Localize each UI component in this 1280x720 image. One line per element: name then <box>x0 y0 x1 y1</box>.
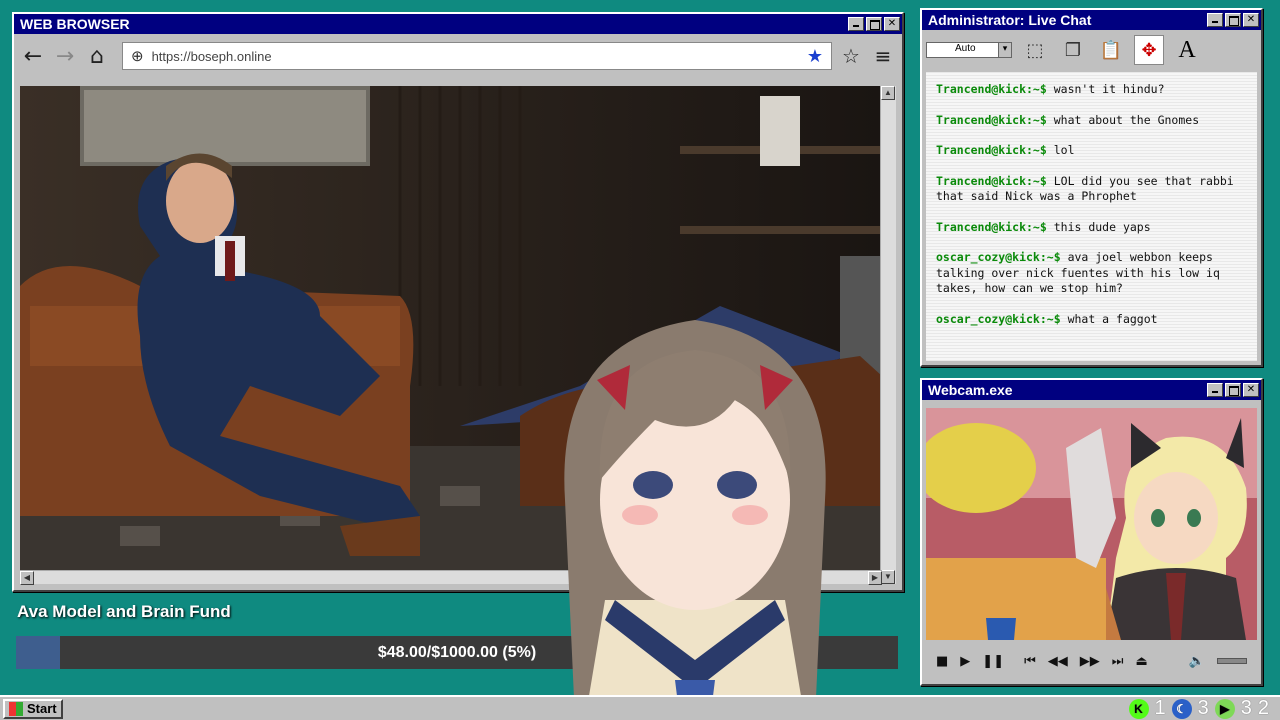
scroll-down-icon[interactable]: ▼ <box>881 570 895 584</box>
play-icon[interactable]: ▶ <box>1214 698 1235 719</box>
start-label: Start <box>27 701 57 716</box>
video-frame: R <box>20 86 882 570</box>
text-tool-icon[interactable]: A <box>1172 35 1202 65</box>
tray-count: 3 <box>1240 697 1252 719</box>
chat-message: Trancend@kick:~$ LOL did you see that ra… <box>936 173 1234 204</box>
back-arrow-icon[interactable]: ← <box>20 43 46 69</box>
close-button[interactable]: ✕ <box>1243 383 1259 397</box>
chat-title: Administrator: Live Chat <box>928 12 1092 28</box>
globe-icon: ⊕ <box>131 48 144 65</box>
copy-icon[interactable]: ❐ <box>1058 35 1088 65</box>
chat-titlebar[interactable]: Administrator: Live Chat ✕ <box>922 10 1261 30</box>
svg-text:R: R <box>780 521 809 565</box>
browser-title: WEB BROWSER <box>20 16 130 32</box>
move-icon[interactable]: ✥ <box>1134 35 1164 65</box>
minimize-button[interactable] <box>1207 13 1223 27</box>
volume-slider[interactable] <box>1217 658 1247 664</box>
minimize-button[interactable] <box>848 17 864 31</box>
paste-icon[interactable]: 📋 <box>1096 35 1126 65</box>
system-tray: K 1 ☾ 3 ▶ 3 2 <box>1128 697 1278 720</box>
fund-progress-bar: $48.00/$1000.00 (5%) <box>16 636 898 669</box>
webcam-image <box>926 408 1257 640</box>
browser-navbar: ← → ⌂ ⊕ https://boseph.online ★ ☆ ≡ <box>14 34 902 78</box>
chat-log[interactable]: Trancend@kick:~$ wasn't it hindu? Trance… <box>926 72 1257 361</box>
browser-window: WEB BROWSER ✕ ← → ⌂ ⊕ https://boseph.onl… <box>12 12 904 592</box>
kick-icon[interactable]: K <box>1128 698 1149 719</box>
skip-start-icon[interactable]: ⏮ <box>1024 654 1036 669</box>
night-icon[interactable]: ☾ <box>1171 698 1192 719</box>
volume-icon[interactable]: 🔈 <box>1189 654 1205 669</box>
webcam-window: Webcam.exe ✕ ■ ▶ ❚❚ ⏮ ◀◀ ▶▶ ⏭ ⏏ 🔈 <box>920 378 1263 686</box>
selection-icon[interactable]: ⬚ <box>1020 35 1050 65</box>
font-select[interactable]: Auto <box>926 42 1012 58</box>
home-icon[interactable]: ⌂ <box>84 43 110 69</box>
webcam-view <box>926 408 1257 640</box>
chat-toolbar: Auto ⬚ ❐ 📋 ✥ A <box>922 30 1261 70</box>
webcam-title: Webcam.exe <box>928 382 1013 398</box>
chat-message: Trancend@kick:~$ lol <box>936 143 1075 157</box>
tray-count: 1 <box>1154 697 1166 719</box>
chat-message: Trancend@kick:~$ what about the Gnomes <box>936 112 1200 127</box>
start-button[interactable]: Start <box>3 698 63 719</box>
scroll-up-icon[interactable]: ▲ <box>881 86 895 100</box>
chat-message: oscar_cozy@kick:~$ ava joel webbon keeps… <box>936 250 1220 295</box>
browser-titlebar[interactable]: WEB BROWSER ✕ <box>14 14 902 34</box>
chat-message: Trancend@kick:~$ wasn't it hindu? <box>936 82 1165 96</box>
url-text[interactable]: https://boseph.online <box>152 49 799 64</box>
maximize-button[interactable] <box>1225 13 1241 27</box>
taskbar: Start K 1 ☾ 3 ▶ 3 2 <box>0 695 1280 720</box>
play-icon[interactable]: ▶ <box>960 654 970 669</box>
menu-icon[interactable]: ≡ <box>870 43 896 69</box>
forward-arrow-icon[interactable]: → <box>52 43 78 69</box>
tray-count: 2 <box>1257 697 1269 719</box>
scroll-left-icon[interactable]: ◀ <box>20 571 34 585</box>
address-bar[interactable]: ⊕ https://boseph.online ★ <box>122 42 832 70</box>
media-controls: ■ ▶ ❚❚ ⏮ ◀◀ ▶▶ ⏭ ⏏ 🔈 <box>926 646 1257 676</box>
chat-message: oscar_cozy@kick:~$ what a faggot <box>936 311 1158 326</box>
scroll-right-icon[interactable]: ▶ <box>868 571 882 585</box>
maximize-button[interactable] <box>1225 383 1241 397</box>
webcam-titlebar[interactable]: Webcam.exe ✕ <box>922 380 1261 400</box>
eject-icon[interactable]: ⏏ <box>1136 654 1148 669</box>
horizontal-scrollbar[interactable]: ◀ ▶ <box>20 570 882 585</box>
favorites-star-icon[interactable]: ☆ <box>838 43 864 69</box>
close-button[interactable]: ✕ <box>884 17 900 31</box>
fund-title: Ava Model and Brain Fund <box>17 602 231 621</box>
vertical-scrollbar[interactable]: ▲ ▼ <box>880 86 896 584</box>
maximize-button[interactable] <box>866 17 882 31</box>
close-button[interactable]: ✕ <box>1243 13 1259 27</box>
chat-message: Trancend@kick:~$ this dude yaps <box>936 219 1151 234</box>
stop-icon[interactable]: ■ <box>936 654 948 669</box>
video-viewport[interactable]: R <box>20 86 882 570</box>
pause-icon[interactable]: ❚❚ <box>982 654 1004 669</box>
minimize-button[interactable] <box>1207 383 1223 397</box>
windows-logo-icon <box>9 701 23 716</box>
tray-count: 3 <box>1197 697 1209 719</box>
fast-forward-icon[interactable]: ▶▶ <box>1080 654 1100 669</box>
fund-progress-text: $48.00/$1000.00 (5%) <box>377 644 537 661</box>
bookmark-star-icon[interactable]: ★ <box>807 46 823 67</box>
live-chat-window: Administrator: Live Chat ✕ Auto ⬚ ❐ 📋 ✥ … <box>920 8 1263 367</box>
rewind-icon[interactable]: ◀◀ <box>1048 654 1068 669</box>
skip-end-icon[interactable]: ⏭ <box>1112 654 1124 669</box>
